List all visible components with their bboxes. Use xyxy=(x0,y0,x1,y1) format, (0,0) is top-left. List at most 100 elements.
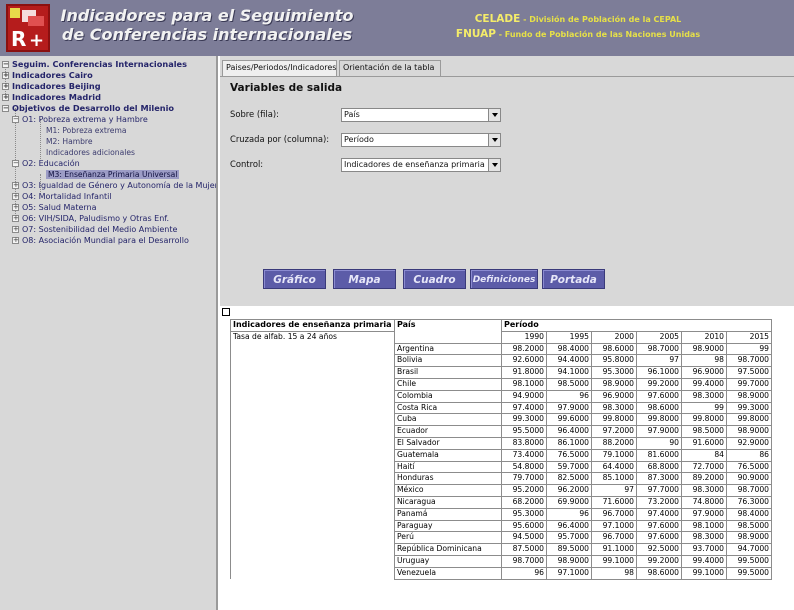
tab-paises-periodos[interactable]: Paises/Periodos/Indicadores xyxy=(222,60,337,76)
value-cell: 68.2000 xyxy=(501,495,547,509)
column-select[interactable]: Período xyxy=(341,133,501,147)
country-cell: Argentina xyxy=(394,342,502,356)
chevron-down-icon[interactable] xyxy=(488,109,500,121)
chevron-down-icon[interactable] xyxy=(488,134,500,146)
tree-item-m2[interactable]: M2: Hambre xyxy=(0,136,216,147)
settings-panel: Paises/Periodos/Indicadores Orientación … xyxy=(220,56,794,306)
app-header: R + Indicadores para el Seguimiento de C… xyxy=(0,0,794,56)
value-cell: 96.7000 xyxy=(591,507,637,521)
row-select[interactable]: País xyxy=(341,108,501,122)
country-cell: Venezuela xyxy=(394,566,502,580)
value-cell: 95.7000 xyxy=(546,531,592,545)
tab-content: Variables de salida Sobre (fila): País C… xyxy=(220,76,794,256)
value-cell: 89.5000 xyxy=(546,543,592,556)
svg-text:+: + xyxy=(29,30,44,51)
year-header-1990: 1990 xyxy=(501,330,547,344)
tree-item-m1[interactable]: M1: Pobreza extrema xyxy=(0,125,216,136)
tree-root[interactable]: − Seguim. Conferencias Internacionales xyxy=(0,59,216,70)
value-cell: 94.1000 xyxy=(546,366,592,379)
collapse-icon[interactable]: − xyxy=(12,116,19,123)
value-cell: 97.4000 xyxy=(636,507,682,521)
tree-item-o5[interactable]: + O5: Salud Materna xyxy=(0,202,216,213)
value-cell: 98.9000 xyxy=(726,425,772,438)
app-title-line1: Indicadores para el Seguimiento xyxy=(60,6,354,25)
tree-item-additional[interactable]: Indicadores adicionales xyxy=(0,147,216,158)
value-cell: 97.6000 xyxy=(636,519,682,533)
value-cell: 98 xyxy=(681,354,727,368)
tree-item-o6[interactable]: + O6: VIH/SIDA, Paludismo y Otras Enf. xyxy=(0,213,216,224)
mapa-button[interactable]: Mapa xyxy=(333,269,396,289)
value-cell: 79.7000 xyxy=(501,472,547,486)
control-select[interactable]: Indicadores de enseñanza primaria xyxy=(341,158,501,172)
expand-icon[interactable]: + xyxy=(12,215,19,222)
indicator-name-cell: Tasa de alfab. 15 a 24 años xyxy=(230,330,395,344)
app-title: Indicadores para el Seguimiento de Confe… xyxy=(52,6,362,44)
expand-icon[interactable]: + xyxy=(2,83,9,90)
year-header-2005: 2005 xyxy=(636,330,682,344)
collapse-icon[interactable]: − xyxy=(2,61,9,68)
tree-item-o8[interactable]: + O8: Asociación Mundial para el Desarrol… xyxy=(0,235,216,246)
value-cell: 96.4000 xyxy=(546,425,592,438)
expand-icon[interactable]: + xyxy=(12,193,19,200)
table-row: Cuba 99.3000 99.6000 99.8000 99.8000 99.8000 9… xyxy=(230,413,772,427)
expand-icon[interactable]: + xyxy=(12,182,19,189)
tree-item-beijing[interactable]: + Indicadores Beijing xyxy=(0,81,216,92)
value-cell: 72.7000 xyxy=(681,460,727,474)
tree-item-odm[interactable]: − Objetivos de Desarrollo del Milenio xyxy=(0,103,216,114)
expand-icon[interactable]: + xyxy=(12,226,19,233)
empty-cell xyxy=(230,343,395,355)
value-cell: 92.5000 xyxy=(636,543,682,556)
value-cell: 91.8000 xyxy=(501,366,547,379)
control-label: Control: xyxy=(230,159,264,169)
value-cell: 88.2000 xyxy=(591,436,637,450)
value-cell: 95.8000 xyxy=(591,354,637,368)
grafico-button[interactable]: Gráfico xyxy=(263,269,326,289)
value-cell: 97.6000 xyxy=(636,389,682,403)
value-cell: 87.5000 xyxy=(501,543,547,556)
results-area: Indicadores de enseñanza primaria País P… xyxy=(220,306,794,610)
tree-item-o2[interactable]: − O2: Educación xyxy=(0,158,216,169)
value-cell: 90 xyxy=(636,436,682,450)
value-cell: 97 xyxy=(591,484,637,497)
tree-item-o7[interactable]: + O7: Sostenibilidad del Medio Ambiente xyxy=(0,224,216,235)
value-cell: 54.8000 xyxy=(501,460,547,474)
value-cell: 98.4000 xyxy=(546,342,592,356)
country-cell: República Dominicana xyxy=(394,543,502,556)
table-row: México 95.2000 96.2000 97 97.7000 98.3000 98.7… xyxy=(230,484,772,497)
table-row: Honduras 79.7000 82.5000 85.1000 87.3000 89.2… xyxy=(230,472,772,486)
organizations: CELADE - División de Población de la CEP… xyxy=(378,12,778,42)
value-cell: 98.6000 xyxy=(636,401,682,415)
tree-item-cairo[interactable]: + Indicadores Cairo xyxy=(0,70,216,81)
tree-item-o1[interactable]: − O1: Pobreza extrema y Hambre xyxy=(0,114,216,125)
tab-orientacion[interactable]: Orientación de la tabla xyxy=(339,60,441,76)
cuadro-button[interactable]: Cuadro xyxy=(403,269,466,289)
tree-item-o3[interactable]: + O3: Igualdad de Género y Autonomía de l… xyxy=(0,180,216,191)
tree-item-m3[interactable]: M3: Enseñanza Primaria Universal xyxy=(0,169,216,180)
table-row: Nicaragua 68.2000 69.9000 71.6000 73.2000 74.… xyxy=(230,495,772,509)
collapse-icon[interactable]: − xyxy=(2,105,9,112)
table-row: Panamá 95.3000 96 96.7000 97.4000 97.9000 98.4… xyxy=(230,507,772,521)
portada-button[interactable]: Portada xyxy=(542,269,605,289)
expand-icon[interactable]: + xyxy=(12,237,19,244)
country-cell: Panamá xyxy=(394,507,502,521)
empty-cell xyxy=(230,472,395,485)
table-row: Brasil 91.8000 94.1000 95.3000 96.1000 96.900… xyxy=(230,366,772,379)
expand-icon[interactable]: + xyxy=(12,204,19,211)
definiciones-button[interactable]: Definiciones xyxy=(470,269,538,289)
tree-item-o4[interactable]: + O4: Mortalidad Infantil xyxy=(0,191,216,202)
table-row: República Dominicana 87.5000 89.5000 91.100… xyxy=(230,543,772,556)
value-cell: 98.5000 xyxy=(726,519,772,533)
collapse-icon[interactable]: − xyxy=(12,160,19,167)
value-cell: 96.7000 xyxy=(591,531,637,545)
value-cell: 94.5000 xyxy=(501,531,547,545)
chevron-down-icon[interactable] xyxy=(488,159,500,171)
value-cell: 87.3000 xyxy=(636,472,682,486)
app-title-line2: de Conferencias internacionales xyxy=(61,25,353,44)
expand-icon[interactable]: + xyxy=(2,94,9,101)
tree-item-madrid[interactable]: + Indicadores Madrid xyxy=(0,92,216,103)
table-row: Uruguay 98.7000 98.9000 99.1000 99.2000 99.40… xyxy=(230,554,772,568)
value-cell: 98.3000 xyxy=(681,531,727,545)
expand-icon[interactable]: + xyxy=(2,72,9,79)
value-cell: 95.3000 xyxy=(501,507,547,521)
value-cell: 99.8000 xyxy=(681,413,727,427)
